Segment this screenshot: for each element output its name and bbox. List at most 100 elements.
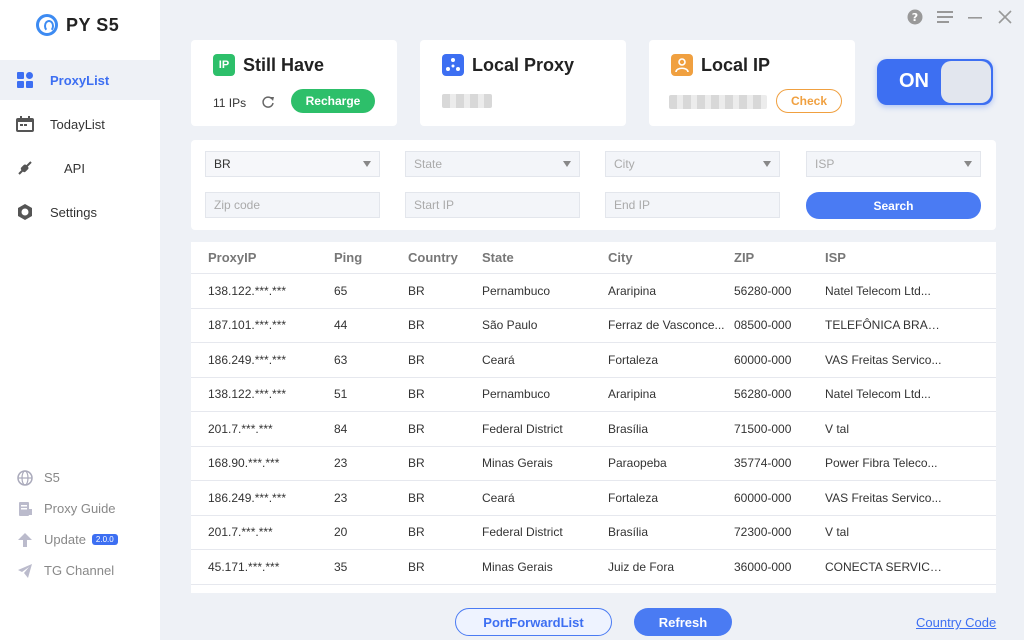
cell-state: Pernambuco — [482, 387, 551, 402]
cell-proxyip: 138.122.***.*** — [208, 283, 287, 298]
cell-country: BR — [408, 318, 425, 333]
cell-ping: 63 — [334, 352, 348, 367]
cell-isp: Power Fibra Teleco... — [825, 456, 938, 471]
end-ip-placeholder: End IP — [614, 198, 651, 212]
start-ip-input[interactable]: Start IP — [405, 192, 580, 218]
help-icon[interactable]: ? — [906, 8, 924, 26]
recharge-button[interactable]: Recharge — [291, 89, 375, 113]
state-select[interactable]: State — [405, 151, 580, 177]
cell-city: Brasília — [608, 525, 649, 540]
chevron-down-icon — [563, 161, 571, 167]
ip-icon: IP — [213, 54, 235, 76]
cell-proxyip: 138.122.***.*** — [208, 387, 287, 402]
cell-proxyip: 201.7.***.*** — [208, 525, 273, 540]
city-select[interactable]: City — [605, 151, 780, 177]
column-header-city[interactable]: City — [608, 250, 734, 265]
local-ip-value — [669, 95, 767, 109]
sidebar-item-proxylist[interactable]: ProxyList — [0, 60, 160, 100]
cell-country: BR — [408, 283, 425, 298]
toggle-knob — [941, 61, 991, 103]
cell-ping: 23 — [334, 456, 348, 471]
menu-icon[interactable] — [936, 8, 954, 26]
chevron-down-icon — [964, 161, 972, 167]
sidebar-item-s5[interactable]: S5 — [16, 462, 156, 493]
close-icon[interactable] — [996, 8, 1014, 26]
cell-state: Pernambuco — [482, 283, 551, 298]
sidebar-item-label: TodayList — [50, 116, 105, 132]
column-header-ping[interactable]: Ping — [334, 250, 408, 265]
sidebar-item-todaylist[interactable]: TodayList — [0, 104, 160, 144]
sidebar-item-api[interactable]: API — [0, 148, 160, 188]
cell-city: Araripina — [608, 283, 657, 298]
table-row[interactable]: 186.249.***.*** 23 BR Ceará Fortaleza 60000-0… — [191, 481, 996, 516]
svg-text:?: ? — [912, 11, 918, 24]
column-header-proxyip[interactable]: ProxyIP — [191, 250, 334, 265]
cell-country: BR — [408, 490, 425, 505]
cell-ping: 23 — [334, 490, 348, 505]
grid-icon — [16, 71, 34, 89]
refresh-icon[interactable] — [261, 95, 275, 109]
country-code-link[interactable]: Country Code — [916, 615, 996, 630]
sidebar-item-label: S5 — [44, 470, 60, 485]
end-ip-input[interactable]: End IP — [605, 192, 780, 218]
column-header-country[interactable]: Country — [408, 250, 482, 265]
port-forward-list-button[interactable]: PortForwardList — [455, 608, 612, 636]
cell-ping: 44 — [334, 318, 348, 333]
sidebar-item-proxy-guide[interactable]: Proxy Guide — [16, 493, 156, 524]
table-header: ProxyIP Ping Country State City ZIP ISP — [191, 242, 996, 274]
toggle-label: ON — [899, 70, 929, 92]
sidebar-nav: ProxyList TodayList API Settings — [0, 60, 160, 236]
cell-country: BR — [408, 421, 425, 436]
table-row[interactable]: 138.122.***.*** 65 BR Pernambuco Araripina 56… — [191, 274, 996, 309]
sidebar-item-label: Update — [44, 532, 86, 547]
cell-proxyip: 186.249.***.*** — [208, 352, 287, 367]
cell-proxyip: 201.7.***.*** — [208, 421, 273, 436]
cell-country: BR — [408, 352, 425, 367]
cell-isp: CONECTA SERVICO... — [825, 559, 950, 574]
table-row[interactable]: 201.7.***.*** 84 BR Federal District Brasíli… — [191, 412, 996, 447]
check-button[interactable]: Check — [776, 89, 842, 113]
minimize-icon[interactable] — [966, 8, 984, 26]
window-controls: ? — [906, 8, 1014, 26]
local-proxy-title: Local Proxy — [442, 54, 574, 76]
refresh-button[interactable]: Refresh — [634, 608, 732, 636]
cell-state: Ceará — [482, 352, 515, 367]
user-badge-icon — [671, 54, 693, 76]
isp-select[interactable]: ISP — [806, 151, 981, 177]
zip-code-input[interactable]: Zip code — [205, 192, 380, 218]
sidebar-item-label: ProxyList — [50, 72, 110, 88]
cell-isp: Natel Telecom Ltd... — [825, 283, 931, 298]
sidebar-item-update[interactable]: Update 2.0.0 — [16, 524, 156, 555]
on-toggle[interactable]: ON — [877, 59, 993, 105]
table-row[interactable]: 168.90.***.*** 23 BR Minas Gerais Paraopeba 3… — [191, 447, 996, 481]
sidebar-item-settings[interactable]: Settings — [0, 192, 160, 232]
chevron-down-icon — [763, 161, 771, 167]
gear-icon — [16, 203, 34, 221]
column-header-zip[interactable]: ZIP — [734, 250, 825, 265]
sidebar-item-tg-channel[interactable]: TG Channel — [16, 555, 156, 586]
table-row[interactable]: 201.7.***.*** 20 BR Federal District Brasíli… — [191, 516, 996, 550]
state-select-placeholder: State — [414, 157, 443, 171]
local-ip-card: Local IP Check — [649, 40, 855, 126]
column-header-state[interactable]: State — [482, 250, 608, 265]
local-proxy-label: Local Proxy — [472, 54, 575, 75]
cell-ping: 51 — [334, 387, 348, 402]
country-select[interactable]: BR — [205, 151, 380, 177]
table-row[interactable]: 186.249.***.*** 63 BR Ceará Fortaleza 60000-0… — [191, 343, 996, 378]
cell-zip: 56280-000 — [734, 283, 792, 298]
cell-city: Brasília — [608, 421, 649, 436]
local-proxy-card: Local Proxy — [420, 40, 626, 126]
cell-country: BR — [408, 525, 425, 540]
proxy-network-icon — [442, 54, 464, 76]
cell-state: Ceará — [482, 490, 515, 505]
app-title: PY S5 — [66, 14, 120, 35]
cell-city: Fortaleza — [608, 352, 659, 367]
table-row[interactable]: 45.171.***.*** 35 BR Minas Gerais Juiz de Fo… — [191, 550, 996, 585]
search-button[interactable]: Search — [806, 192, 981, 219]
table-row[interactable]: 138.122.***.*** 51 BR Pernambuco Araripina 56… — [191, 378, 996, 412]
table-row[interactable]: 187.101.***.*** 44 BR São Paulo Ferraz de Va… — [191, 309, 996, 343]
still-have-card: IP Still Have 11 IPs Recharge — [191, 40, 397, 126]
column-header-isp[interactable]: ISP — [825, 250, 950, 265]
cell-isp: V tal — [825, 525, 850, 540]
sidebar-item-label: TG Channel — [44, 563, 115, 578]
